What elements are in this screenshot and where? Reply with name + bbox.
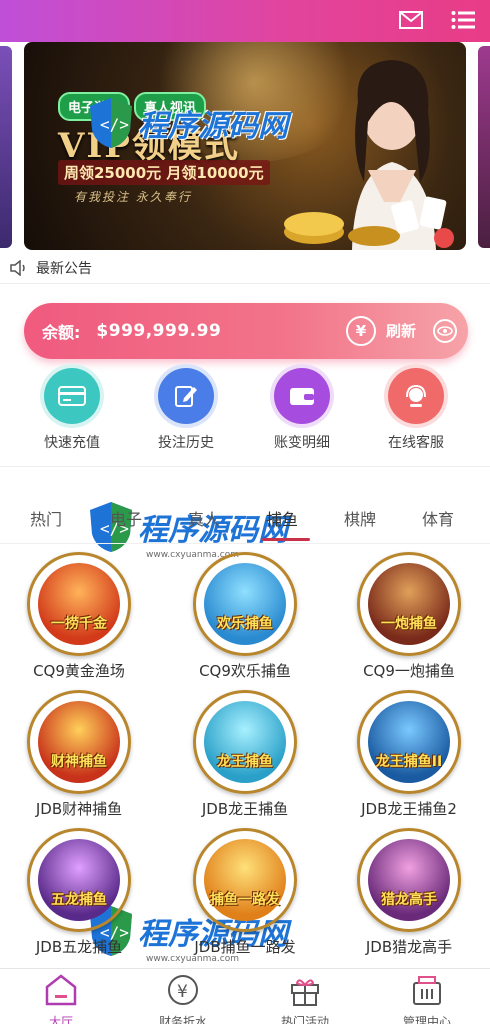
nav-management[interactable]: 管理中心 [366,973,488,1024]
manage-icon [413,976,441,1005]
speaker-icon [10,259,25,276]
game-card[interactable]: 猎龙高手 JDB猎龙高手 [334,828,484,957]
yen-circle-icon: ¥ [168,975,198,1005]
headset-icon [388,368,444,424]
game-card[interactable]: 欢乐捕鱼 CQ9欢乐捕鱼 [170,552,320,681]
quick-actions: 快速充值 投注历史 账变明细 在线客服 [0,366,490,460]
nav-label: 大厅 [48,1015,73,1024]
balance-card: 余额: $999,999.99 ¥ 刷新 [24,303,468,359]
action-label: 投注历史 [158,435,214,451]
game-name: CQ9一炮捕鱼 [363,662,455,680]
wallet-icon [274,368,330,424]
tab-electronic[interactable]: 电子 [110,506,142,530]
action-label: 快速充值 [44,435,100,451]
nav-label: 财务折水 [158,1015,207,1024]
action-account-details[interactable]: 账变明细 [244,366,360,452]
tab-chess-cards[interactable]: 棋牌 [344,506,376,530]
nav-promotions[interactable]: 热门活动 [244,973,366,1024]
promo-banner[interactable]: 电子游戏 真人视讯 VIP领模式 周领25000元 月领10000元 有我投注 … [24,42,466,250]
game-icon: 财神捕鱼 [27,690,131,794]
card-icon [44,368,100,424]
nav-finance[interactable]: ¥ 财务折水 [122,973,244,1024]
action-quick-recharge[interactable]: 快速充值 [14,366,130,452]
balance-label: 余额: [42,323,81,342]
game-icon: 一炮捕鱼 [357,552,461,656]
tab-live[interactable]: 真人 [188,506,220,530]
top-header-bar [0,0,490,42]
game-icon: 捕鱼一路发 [193,828,297,932]
active-tab-indicator [262,538,310,541]
tab-hot[interactable]: 热门 [30,506,62,530]
tab-fishing[interactable]: 捕鱼 [266,506,298,530]
game-grid: 一捞千金 CQ9黄金渔场 欢乐捕鱼 CQ9欢乐捕鱼 一炮捕鱼 CQ9一炮捕鱼 财… [0,548,490,966]
game-icon: 欢乐捕鱼 [193,552,297,656]
game-name: CQ9欢乐捕鱼 [199,662,291,680]
game-card[interactable]: 捕鱼一路发 JDB捕鱼一路发 [170,828,320,957]
home-icon [45,974,77,1006]
game-icon: 猎龙高手 [357,828,461,932]
game-card[interactable]: 一捞千金 CQ9黄金渔场 [4,552,154,681]
mail-icon[interactable] [396,6,426,34]
yen-icon[interactable]: ¥ [346,316,376,346]
game-icon: 一捞千金 [27,552,131,656]
game-name: CQ9黄金渔场 [33,662,125,680]
banner-prev-slide[interactable] [0,46,12,248]
nav-label: 管理中心 [402,1015,451,1024]
banner-next-slide[interactable] [478,46,490,248]
action-bet-history[interactable]: 投注历史 [128,366,244,452]
banner-tag-electronic: 电子游戏 [58,92,131,121]
tab-sports[interactable]: 体育 [422,506,454,530]
edit-icon [158,368,214,424]
game-card[interactable]: 龙王捕鱼II JDB龙王捕鱼2 [334,690,484,819]
game-card[interactable]: 五龙捕鱼 JDB五龙捕鱼 [4,828,154,957]
svg-text:¥: ¥ [177,982,188,1002]
game-card[interactable]: 龙王捕鱼 JDB龙王捕鱼 [170,690,320,819]
balance-amount: $999,999.99 [96,321,222,341]
game-name: JDB五龙捕鱼 [35,938,123,956]
nav-lobby[interactable]: 大厅 [0,973,122,1024]
game-card[interactable]: 财神捕鱼 JDB财神捕鱼 [4,690,154,819]
banner-tag-live: 真人视讯 [134,92,207,121]
action-online-support[interactable]: 在线客服 [358,366,474,452]
game-name: JDB财神捕鱼 [35,800,123,818]
game-name: JDB猎龙高手 [365,938,453,956]
game-name: JDB龙王捕鱼 [201,800,289,818]
banner-promo-text: 周领25000元 月领10000元 [58,160,270,185]
bottom-navigation: 大厅 ¥ 财务折水 热门活动 管理中心 [0,968,490,1024]
game-icon: 龙王捕鱼II [357,690,461,794]
menu-icon[interactable] [448,6,478,34]
announcement-label: 最新公告 [36,260,92,277]
banner-chips-image [284,196,454,248]
eye-icon[interactable] [432,318,458,344]
nav-label: 热门活动 [280,1015,329,1024]
game-icon: 龙王捕鱼 [193,690,297,794]
banner-slogan: 有我投注 永久奉行 [74,190,192,204]
action-label: 账变明细 [274,435,330,451]
game-category-tabs: 热门 电子 真人 捕鱼 棋牌 体育 [0,494,490,544]
section-divider [0,466,490,488]
game-name: JDB捕鱼一路发 [194,938,296,956]
game-name: JDB龙王捕鱼2 [361,800,457,818]
game-card[interactable]: 一炮捕鱼 CQ9一炮捕鱼 [334,552,484,681]
action-label: 在线客服 [388,435,444,451]
refresh-button[interactable]: 刷新 [386,320,416,341]
announcement-bar[interactable]: 最新公告 [0,252,490,284]
game-icon: 五龙捕鱼 [27,828,131,932]
gift-icon [291,979,319,1006]
banner-carousel[interactable]: 电子游戏 真人视讯 VIP领模式 周领25000元 月领10000元 有我投注 … [0,42,490,252]
